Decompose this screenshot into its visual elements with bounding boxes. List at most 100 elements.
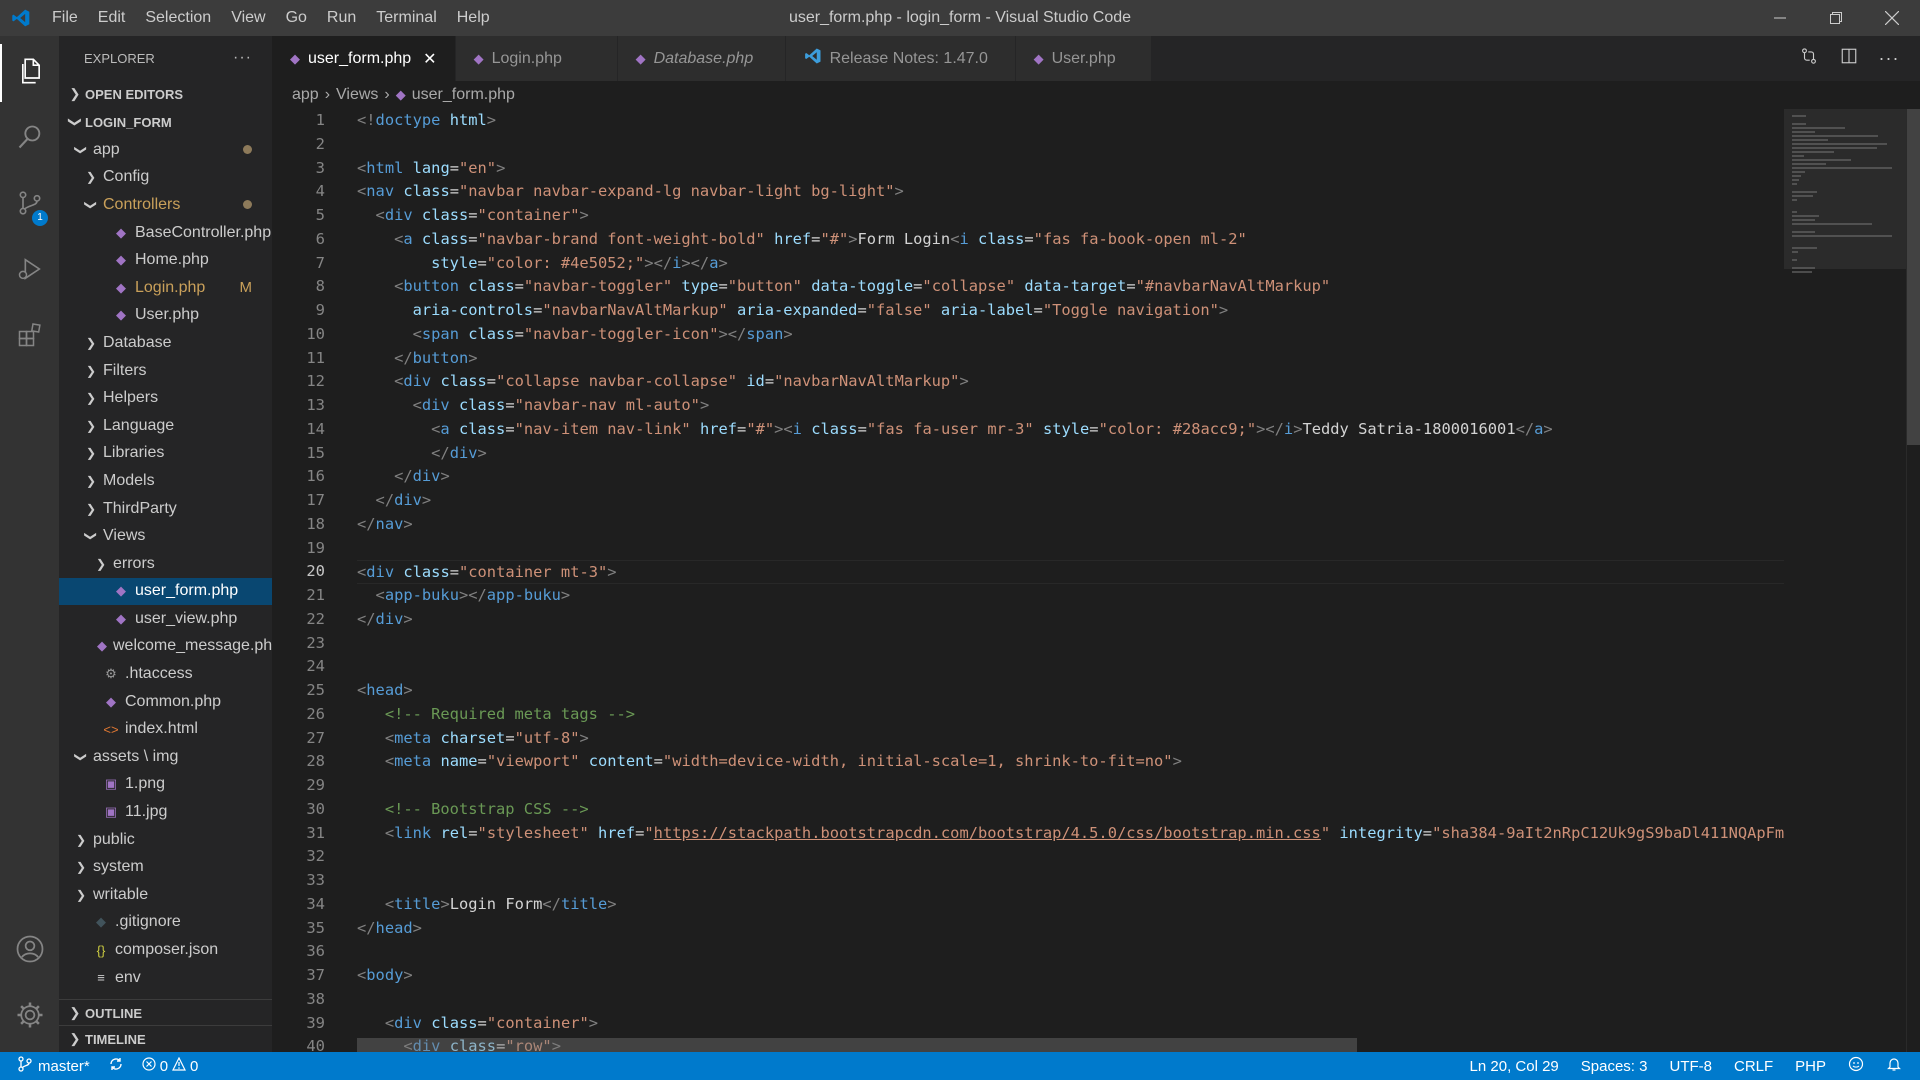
code-line[interactable] [357, 632, 1784, 656]
tree-folder[interactable]: ❯ Helpers [59, 384, 272, 412]
tree-folder[interactable]: ❯ Views [59, 522, 272, 550]
more-actions-icon[interactable]: ··· [233, 49, 252, 67]
code-line[interactable]: <head> [357, 679, 1784, 703]
breadcrumb-item[interactable]: app [292, 86, 319, 104]
code-line[interactable]: <!-- Bootstrap CSS --> [357, 798, 1784, 822]
tree-folder[interactable]: ❯ Filters [59, 357, 272, 385]
tree-file[interactable]: ◆ .gitignore [59, 909, 272, 937]
menu-file[interactable]: File [42, 0, 88, 36]
tree-file[interactable]: ▣ 11.jpg [59, 798, 272, 826]
tree-folder[interactable]: ❯ Controllers [59, 191, 272, 219]
run-debug-activity[interactable] [0, 242, 59, 300]
branch-status[interactable]: master* [18, 1056, 90, 1076]
tree-file[interactable]: ◆ Home.php [59, 246, 272, 274]
code-line[interactable]: <title>Login Form</title> [357, 893, 1784, 917]
source-control-activity[interactable]: 1 [0, 176, 59, 234]
restore-button[interactable] [1808, 0, 1864, 36]
encoding[interactable]: UTF-8 [1669, 1058, 1712, 1075]
vertical-scrollbar[interactable] [1906, 109, 1920, 1052]
menu-terminal[interactable]: Terminal [366, 0, 446, 36]
code-line[interactable]: </head> [357, 917, 1784, 941]
code-line[interactable] [357, 774, 1784, 798]
code-line[interactable]: <link rel="stylesheet" href="https://sta… [357, 822, 1784, 846]
code-line[interactable]: <a class="navbar-brand font-weight-bold"… [357, 228, 1784, 252]
breadcrumb-item[interactable]: user_form.php [412, 86, 515, 104]
code-line[interactable]: <body> [357, 964, 1784, 988]
code-line[interactable]: <div class="collapse navbar-collapse" id… [357, 370, 1784, 394]
code-line[interactable]: <button class="navbar-toggler" type="but… [357, 275, 1784, 299]
tree-folder[interactable]: ❯ Models [59, 467, 272, 495]
manage-activity[interactable] [0, 988, 59, 1046]
tree-folder[interactable]: ❯ system [59, 853, 272, 881]
account-activity[interactable] [0, 922, 59, 980]
open-changes-icon[interactable] [1796, 47, 1822, 70]
code-line[interactable]: <div class="container"> [357, 204, 1784, 228]
code-line[interactable] [357, 655, 1784, 679]
sync-icon[interactable] [108, 1056, 124, 1076]
tree-file[interactable]: ◆ BaseController.php [59, 219, 272, 247]
tree-file[interactable]: ◆ Common.php [59, 688, 272, 716]
tree-file[interactable]: ≡ env [59, 964, 272, 992]
tree-folder[interactable]: ❯ Config [59, 164, 272, 192]
code-line[interactable]: <nav class="navbar navbar-expand-lg navb… [357, 180, 1784, 204]
code-line[interactable]: aria-controls="navbarNavAltMarkup" aria-… [357, 299, 1784, 323]
code-line[interactable]: <meta name="viewport" content="width=dev… [357, 750, 1784, 774]
code-editor[interactable]: 1 2 3 4 5 6 7 8 9 10 11 12 13 14 15 16 17 18 19 20 21 22 23 24 2… [272, 109, 1920, 1052]
minimap[interactable] [1784, 109, 1906, 1052]
bell-icon[interactable] [1886, 1056, 1902, 1076]
tab-release-notes[interactable]: Release Notes: 1.47.0 [785, 36, 1016, 81]
indentation[interactable]: Spaces: 3 [1581, 1058, 1648, 1075]
tree-folder[interactable]: ❯ writable [59, 881, 272, 909]
search-activity[interactable] [0, 110, 59, 168]
tree-file[interactable]: {} composer.json [59, 936, 272, 964]
code-line[interactable] [357, 133, 1784, 157]
tree-file[interactable]: ◆ welcome_message.php [59, 633, 272, 661]
breadcrumb-item[interactable]: Views [336, 86, 378, 104]
code-line[interactable] [357, 940, 1784, 964]
tree-folder[interactable]: ❯ Database [59, 329, 272, 357]
tree-file[interactable]: ◆ user_view.php [59, 605, 272, 633]
tree-folder[interactable]: ❯ ThirdParty [59, 495, 272, 523]
scrollbar-thumb[interactable] [1907, 109, 1920, 445]
project-root-section[interactable]: ❯ LOGIN_FORM [59, 108, 272, 136]
end-of-line[interactable]: CRLF [1734, 1058, 1773, 1075]
tree-file[interactable]: <> index.html [59, 715, 272, 743]
tree-file[interactable]: ◆ User.php [59, 302, 272, 330]
code-line[interactable]: style="color: #4e5052;"></i></a> [357, 252, 1784, 276]
tree-file[interactable]: ◆ user_form.php [59, 577, 272, 606]
code-line[interactable]: <app-buku></app-buku> [357, 584, 1784, 608]
code-line[interactable] [357, 845, 1784, 869]
language-mode[interactable]: PHP [1795, 1058, 1826, 1075]
tree-file[interactable]: ⚙ .htaccess [59, 660, 272, 688]
code-line[interactable]: <meta charset="utf-8"> [357, 727, 1784, 751]
code-line[interactable]: </div> [357, 465, 1784, 489]
close-button[interactable] [1864, 0, 1920, 36]
tab-user-form[interactable]: ◆ user_form.php ✕ [272, 36, 456, 81]
split-editor-icon[interactable] [1836, 47, 1862, 70]
tree-folder[interactable]: ❯ Libraries [59, 440, 272, 468]
explorer-activity[interactable] [0, 44, 59, 102]
tree-folder[interactable]: ❯ Language [59, 412, 272, 440]
code-line[interactable]: <!-- Required meta tags --> [357, 703, 1784, 727]
code-line[interactable] [357, 869, 1784, 893]
menu-selection[interactable]: Selection [135, 0, 221, 36]
extensions-activity[interactable] [0, 308, 59, 366]
problems-status[interactable]: 0 0 [142, 1056, 198, 1075]
code-line[interactable]: <div class="navbar-nav ml-auto"> [357, 394, 1784, 418]
tab-database[interactable]: ◆ Database.php [617, 36, 786, 81]
code-line[interactable] [357, 537, 1784, 561]
code-line[interactable]: <div class="container mt-3"> [357, 560, 1784, 584]
tab-login[interactable]: ◆ Login.php [455, 36, 618, 81]
code-line[interactable]: </nav> [357, 513, 1784, 537]
code-line[interactable]: <a class="nav-item nav-link" href="#"><i… [357, 418, 1784, 442]
close-icon[interactable]: ✕ [423, 49, 436, 69]
outline-section[interactable]: ❯ OUTLINE [59, 999, 272, 1026]
menu-view[interactable]: View [221, 0, 275, 36]
code-line[interactable]: <span class="navbar-toggler-icon"></span… [357, 323, 1784, 347]
tree-file[interactable]: ▣ 1.png [59, 771, 272, 799]
code-line[interactable]: <html lang="en"> [357, 157, 1784, 181]
timeline-section[interactable]: ❯ TIMELINE [59, 1025, 272, 1052]
menu-go[interactable]: Go [276, 0, 317, 36]
tree-folder[interactable]: ❯ app [59, 136, 272, 164]
open-editors-section[interactable]: ❯ OPEN EDITORS [59, 80, 272, 108]
